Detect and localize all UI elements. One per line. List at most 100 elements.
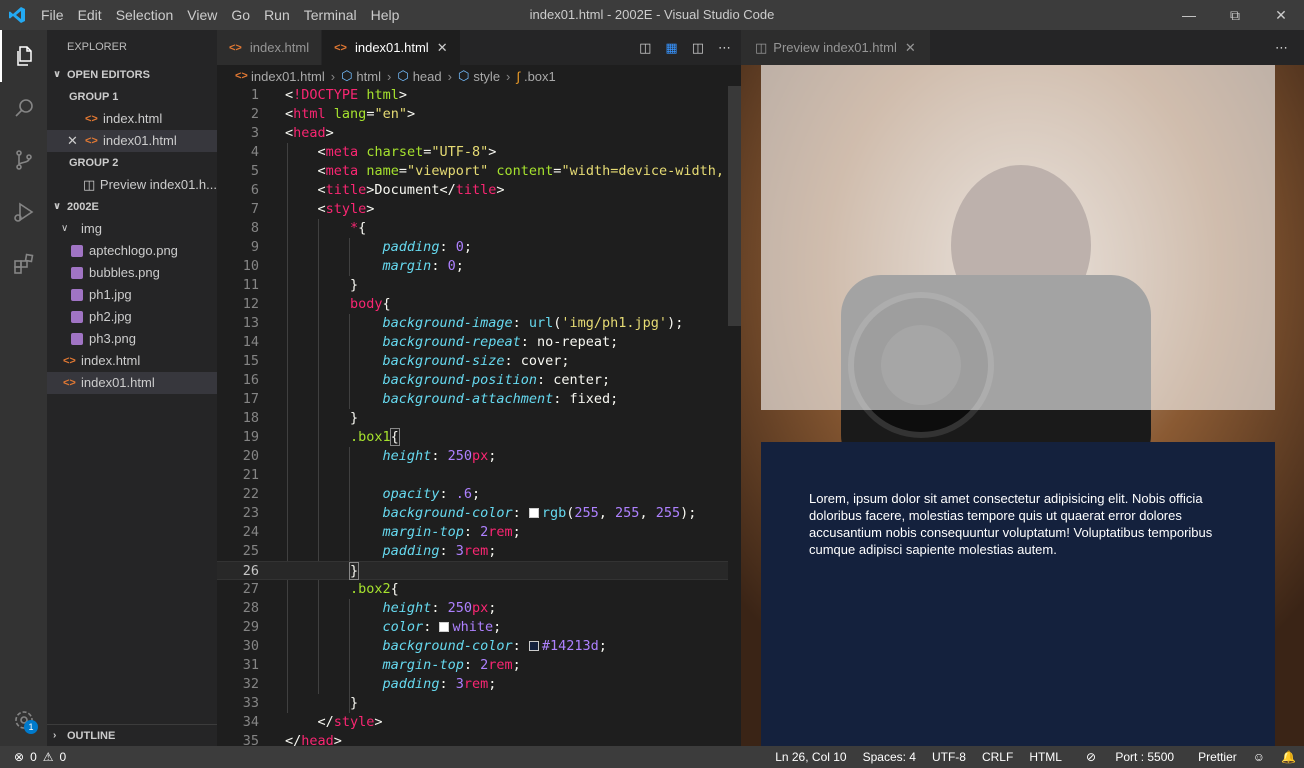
close-tab-icon[interactable]: ✕ <box>905 40 916 56</box>
preview-viewport[interactable]: Lorem, ipsum dolor sit amet consectetur … <box>741 65 1304 746</box>
file-ph2[interactable]: ph2.jpg <box>47 306 217 328</box>
live-server-icon[interactable]: ▦ <box>665 40 677 56</box>
error-count[interactable]: 0 <box>30 750 37 764</box>
run-debug-icon[interactable] <box>0 186 47 238</box>
error-icon[interactable]: ⊗ <box>14 750 24 764</box>
code-line: </style> <box>317 714 383 730</box>
menu-go[interactable]: Go <box>224 0 257 30</box>
tab-index01[interactable]: <> index01.html ✕ <box>322 30 461 65</box>
code-line: </head> <box>285 733 342 746</box>
chevron-down-icon: ∨ <box>53 69 62 80</box>
line-number: 33 <box>242 695 259 711</box>
menu-selection[interactable]: Selection <box>109 0 181 30</box>
outline-section[interactable]: › OUTLINE <box>47 724 217 746</box>
warning-icon[interactable]: ⚠ <box>43 750 54 764</box>
file-ph3[interactable]: ph3.png <box>47 328 217 350</box>
menu-edit[interactable]: Edit <box>71 0 109 30</box>
line-number: 4 <box>250 144 259 160</box>
html-file-icon: <> <box>334 41 347 54</box>
file-aptechlogo[interactable]: aptechlogo.png <box>47 240 217 262</box>
settings-gear-icon[interactable]: 1 <box>0 694 47 746</box>
line-number: 35 <box>242 733 259 746</box>
open-editor-index[interactable]: <> index.html <box>47 108 217 130</box>
breadcrumb-item[interactable]: head <box>413 69 442 84</box>
open-editor-preview[interactable]: ◫ Preview index01.h... <box>47 174 217 196</box>
breadcrumb-item[interactable]: style <box>473 69 500 84</box>
line-number: 23 <box>242 505 259 521</box>
open-editor-index01[interactable]: ✕ <> index01.html <box>47 130 217 152</box>
encoding[interactable]: UTF-8 <box>924 750 974 764</box>
explorer-icon[interactable] <box>0 30 47 82</box>
close-icon[interactable]: ✕ <box>67 130 85 152</box>
tab-index[interactable]: <> index.html <box>217 30 323 65</box>
menu-run[interactable]: Run <box>257 0 297 30</box>
menu-view[interactable]: View <box>180 0 224 30</box>
folder-2002e[interactable]: ∨ 2002E <box>47 196 217 218</box>
language-mode[interactable]: HTML <box>1021 750 1070 764</box>
file-ph1[interactable]: ph1.jpg <box>47 284 217 306</box>
file-index01[interactable]: <> index01.html <box>47 372 217 394</box>
line-number: 31 <box>242 657 259 673</box>
extensions-icon[interactable] <box>0 238 47 290</box>
folder-img[interactable]: ∨ img <box>47 218 217 240</box>
open-editors-section[interactable]: ∨ OPEN EDITORS <box>47 64 217 86</box>
tab-label: index01.html <box>354 40 429 55</box>
group2-label[interactable]: GROUP 2 <box>47 152 217 174</box>
file-bubbles[interactable]: bubbles.png <box>47 262 217 284</box>
warning-count[interactable]: 0 <box>60 750 67 764</box>
indentation[interactable]: Spaces: 4 <box>855 750 924 764</box>
breadcrumb-item[interactable]: .box1 <box>524 69 556 84</box>
more-actions-icon[interactable]: ⋯ <box>718 40 731 56</box>
html-file-icon: <> <box>235 70 248 82</box>
more-actions-icon[interactable]: ⋯ <box>1275 40 1288 56</box>
line-number: 26 <box>242 563 259 579</box>
line-ending[interactable]: CRLF <box>974 750 1021 764</box>
editor-scrollbar[interactable] <box>728 86 741 746</box>
tab-preview[interactable]: ◫ Preview index01.html ✕ <box>741 30 930 65</box>
line-number: 15 <box>242 353 259 369</box>
breadcrumb-item[interactable]: html <box>356 69 381 84</box>
menu-terminal[interactable]: Terminal <box>297 0 364 30</box>
folder-label: 2002E <box>67 201 99 213</box>
source-control-icon[interactable] <box>0 134 47 186</box>
breadcrumb-item[interactable]: index01.html <box>251 69 325 84</box>
minimize-icon[interactable]: — <box>1166 0 1212 30</box>
menu-file[interactable]: File <box>34 0 71 30</box>
cursor-position[interactable]: Ln 26, Col 10 <box>767 750 854 764</box>
file-index[interactable]: <> index.html <box>47 350 217 372</box>
color-swatch[interactable] <box>528 508 539 518</box>
code-line: padding: 0; <box>382 239 472 255</box>
notifications-bell-icon[interactable]: 🔔 <box>1273 750 1304 764</box>
code-line: background-position: center; <box>382 372 611 388</box>
code-line: <title>Document</title> <box>317 182 505 198</box>
html-file-icon: <> <box>85 113 98 125</box>
close-tab-icon[interactable]: ✕ <box>437 40 448 56</box>
code-line: height: 250px; <box>382 448 497 464</box>
close-window-icon[interactable]: ✕ <box>1258 0 1304 30</box>
menu-help[interactable]: Help <box>364 0 407 30</box>
code-line: background-size: cover; <box>382 353 570 369</box>
group1-label[interactable]: GROUP 1 <box>47 86 217 108</box>
search-icon[interactable] <box>0 82 47 134</box>
editor-tabs: <> index.html <> index01.html ✕ ◫ ▦ ◫ ⋯ <box>217 30 741 65</box>
split-editor-icon[interactable]: ◫ <box>692 40 704 56</box>
code-line: } <box>350 695 359 711</box>
code-line: margin-top: 2rem; <box>382 657 521 673</box>
color-swatch[interactable] <box>528 641 539 651</box>
code-editor[interactable]: 1 <!DOCTYPE html> 2 <html lang="en"> 3 <hea… <box>217 86 741 746</box>
scrollbar-thumb[interactable] <box>728 86 741 326</box>
restore-icon[interactable]: ⧉ <box>1212 0 1258 30</box>
line-number: 17 <box>242 391 259 407</box>
prettier-status[interactable]: Prettier <box>1190 750 1245 764</box>
line-number: 21 <box>242 467 259 483</box>
port-status[interactable]: ⊘ Port : 5500 <box>1070 750 1190 764</box>
code-line: } <box>350 410 359 426</box>
activity-bar: 1 <box>0 30 47 746</box>
title-bar: File Edit Selection View Go Run Terminal… <box>0 0 1304 30</box>
color-swatch[interactable] <box>439 622 450 632</box>
feedback-icon[interactable]: ☺ <box>1245 750 1273 764</box>
open-preview-icon[interactable]: ◫ <box>639 40 651 56</box>
menu-bar: File Edit Selection View Go Run Terminal… <box>34 0 406 30</box>
line-number: 1 <box>250 87 259 103</box>
tab-label: index.html <box>249 40 310 55</box>
